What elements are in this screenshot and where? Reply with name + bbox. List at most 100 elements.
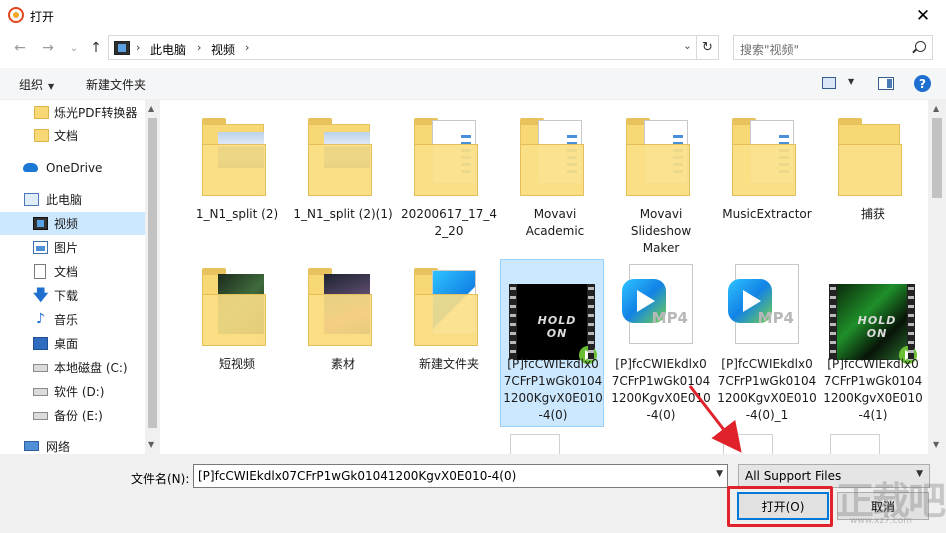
file-item[interactable]: MP4 [P]fcCWIEkdlx0 7CFrP1wGk0104 1200KgvX0…: [715, 260, 819, 428]
recent-locations-icon[interactable]: ⌄: [64, 39, 84, 57]
sidebar-item-documents[interactable]: 文档: [0, 260, 145, 283]
scroll-up-icon[interactable]: ▲: [933, 104, 939, 113]
file-item[interactable]: 1_N1_split (2): [185, 110, 289, 250]
sidebar-item-drive-e[interactable]: 备份 (E:): [0, 404, 145, 427]
file-extension: MP4: [651, 309, 688, 327]
folder-icon: [414, 118, 480, 196]
sidebar-item-label: 音乐: [54, 313, 79, 327]
organize-label: 组织: [19, 78, 44, 92]
sidebar-item-network[interactable]: 网络: [0, 435, 145, 454]
sidebar-item-desktop[interactable]: 桌面: [0, 332, 145, 355]
navigation-pane: 烁光PDF转换器 文档 OneDrive 此电脑 视频 图片 文档 🡇 下载 ♪…: [0, 100, 160, 454]
breadcrumb-separator[interactable]: ›: [136, 41, 140, 54]
partial-file-icon[interactable]: [830, 434, 880, 454]
partial-file-icon[interactable]: [723, 434, 773, 454]
up-arrow-icon[interactable]: ↑: [86, 39, 106, 57]
file-name: 20200617_17_4 2_20: [401, 207, 497, 238]
scroll-up-icon[interactable]: ▲: [148, 104, 154, 113]
file-list-scrollbar[interactable]: ▲ ▼: [928, 100, 946, 454]
filename-label: 文件名(N):: [131, 472, 190, 486]
sidebar-item-pictures[interactable]: 图片: [0, 236, 145, 259]
partial-file-icon[interactable]: [510, 434, 560, 454]
address-bar[interactable]: › 此电脑 › 视频 › ⌄ ↻: [108, 35, 719, 60]
back-arrow-icon[interactable]: ←: [10, 39, 30, 57]
organize-menu[interactable]: 组织 ▼: [19, 76, 54, 93]
scroll-down-icon[interactable]: ▼: [933, 440, 939, 449]
file-item[interactable]: MusicExtractor: [715, 110, 819, 250]
sidebar-item-label: 备份 (E:): [54, 409, 103, 423]
preview-pane-icon[interactable]: [878, 77, 894, 90]
watermark-url: www.xz7.com: [850, 516, 912, 526]
sidebar-item-label: 下载: [54, 289, 79, 303]
file-item[interactable]: Movavi Slideshow Maker: [609, 110, 713, 255]
folder-icon: [202, 268, 268, 346]
new-folder-button[interactable]: 新建文件夹: [86, 76, 146, 93]
onedrive-cloud-icon: [23, 163, 38, 172]
search-placeholder: 搜索"视频": [740, 43, 800, 57]
sidebar-item-videos[interactable]: 视频: [0, 212, 145, 235]
forward-arrow-icon[interactable]: →: [38, 39, 58, 57]
command-toolbar: 组织 ▼ 新建文件夹 ▼ ?: [0, 68, 946, 100]
sidebar-item-drive-c[interactable]: 本地磁盘 (C:): [0, 356, 145, 379]
file-type-value: All Support Files: [745, 469, 842, 483]
file-name: Movavi Academic: [525, 207, 585, 238]
file-name: [P]fcCWIEkdlx0 7CFrP1wGk0104 1200KgvX0E010…: [611, 357, 711, 422]
scrollbar-thumb[interactable]: [148, 118, 157, 428]
file-name: MusicExtractor: [722, 207, 812, 221]
scroll-down-icon[interactable]: ▼: [148, 440, 154, 449]
sidebar-item-label: 此电脑: [46, 193, 83, 207]
computer-icon: [24, 193, 39, 206]
video-thumbnail: HOLD ON: [829, 284, 917, 364]
sidebar-item-label: 桌面: [54, 337, 79, 351]
app-logo-icon: [8, 7, 24, 23]
sidebar-item-label: 视频: [54, 217, 79, 231]
file-item[interactable]: 捕获: [821, 110, 925, 250]
file-item[interactable]: 1_N1_split (2)(1): [291, 110, 395, 250]
breadcrumb-videos[interactable]: 视频: [211, 41, 235, 58]
sidebar-item-this-pc[interactable]: 此电脑: [0, 188, 145, 211]
file-item[interactable]: 新建文件夹: [397, 260, 501, 428]
sidebar-item-downloads[interactable]: 🡇 下载: [0, 284, 145, 307]
folder-icon: [838, 118, 904, 196]
help-icon[interactable]: ?: [914, 75, 931, 92]
scrollbar-thumb[interactable]: [932, 118, 942, 198]
file-list: 1_N1_split (2) 1_N1_split (2)(1) 2020061…: [160, 100, 928, 454]
sidebar-scrollbar[interactable]: ▲ ▼: [145, 100, 160, 454]
sidebar-item-documents-folder[interactable]: 文档: [0, 124, 145, 147]
chevron-down-icon[interactable]: ⌄: [683, 39, 692, 52]
pictures-icon: [33, 241, 48, 254]
video-thumbnail: HOLD ON: [509, 284, 597, 364]
refresh-icon[interactable]: ↻: [696, 36, 718, 59]
filename-input[interactable]: [P]fcCWIEkdlx07CFrP1wGk01041200KgvX0E010…: [193, 464, 728, 488]
sidebar-item-music[interactable]: ♪ 音乐: [0, 308, 145, 331]
file-item[interactable]: 20200617_17_4 2_20: [397, 110, 501, 250]
mp4-file-icon: MP4: [728, 264, 799, 344]
folder-icon: [202, 118, 268, 196]
file-item[interactable]: Movavi Academic: [503, 110, 607, 250]
file-item[interactable]: MP4 [P]fcCWIEkdlx0 7CFrP1wGk0104 1200KgvX0…: [609, 260, 713, 428]
sidebar-item-drive-d[interactable]: 软件 (D:): [0, 380, 145, 403]
sidebar-item-shuoguang-pdf[interactable]: 烁光PDF转换器: [0, 101, 145, 124]
file-name: 新建文件夹: [418, 357, 479, 371]
drive-icon: [33, 388, 48, 396]
video-library-icon: [33, 217, 48, 230]
network-icon: [24, 441, 39, 451]
sidebar-item-label: OneDrive: [46, 160, 103, 175]
breadcrumb-separator[interactable]: ›: [197, 41, 201, 54]
file-name: Movavi Slideshow Maker: [630, 207, 692, 255]
file-name: [P]fcCWIEkdlx0 7CFrP1wGk0104 1200KgvX0E010…: [717, 357, 817, 422]
caret-down-icon[interactable]: ▼: [848, 77, 854, 86]
breadcrumb-separator[interactable]: ›: [245, 41, 249, 54]
file-item[interactable]: HOLD ON [P]fcCWIEkdlx0 7CFrP1wGk0104 1200K…: [821, 260, 925, 428]
file-item-selected[interactable]: HOLD ON [P]fcCWIEkdlx0 7CFrP1wGk0104 1200K…: [500, 259, 604, 427]
chevron-down-icon[interactable]: ▼: [716, 469, 723, 479]
view-options-icon[interactable]: [822, 77, 836, 89]
sidebar-item-onedrive[interactable]: OneDrive: [0, 156, 145, 179]
file-item[interactable]: 短视频: [185, 260, 289, 428]
file-item[interactable]: 素材: [291, 260, 395, 428]
breadcrumb-this-pc[interactable]: 此电脑: [150, 41, 186, 58]
thumbnail-text: HOLD ON: [537, 314, 577, 340]
search-input[interactable]: 搜索"视频": [733, 35, 933, 60]
caret-down-icon: ▼: [48, 82, 55, 91]
close-button[interactable]: ✕: [900, 0, 946, 31]
